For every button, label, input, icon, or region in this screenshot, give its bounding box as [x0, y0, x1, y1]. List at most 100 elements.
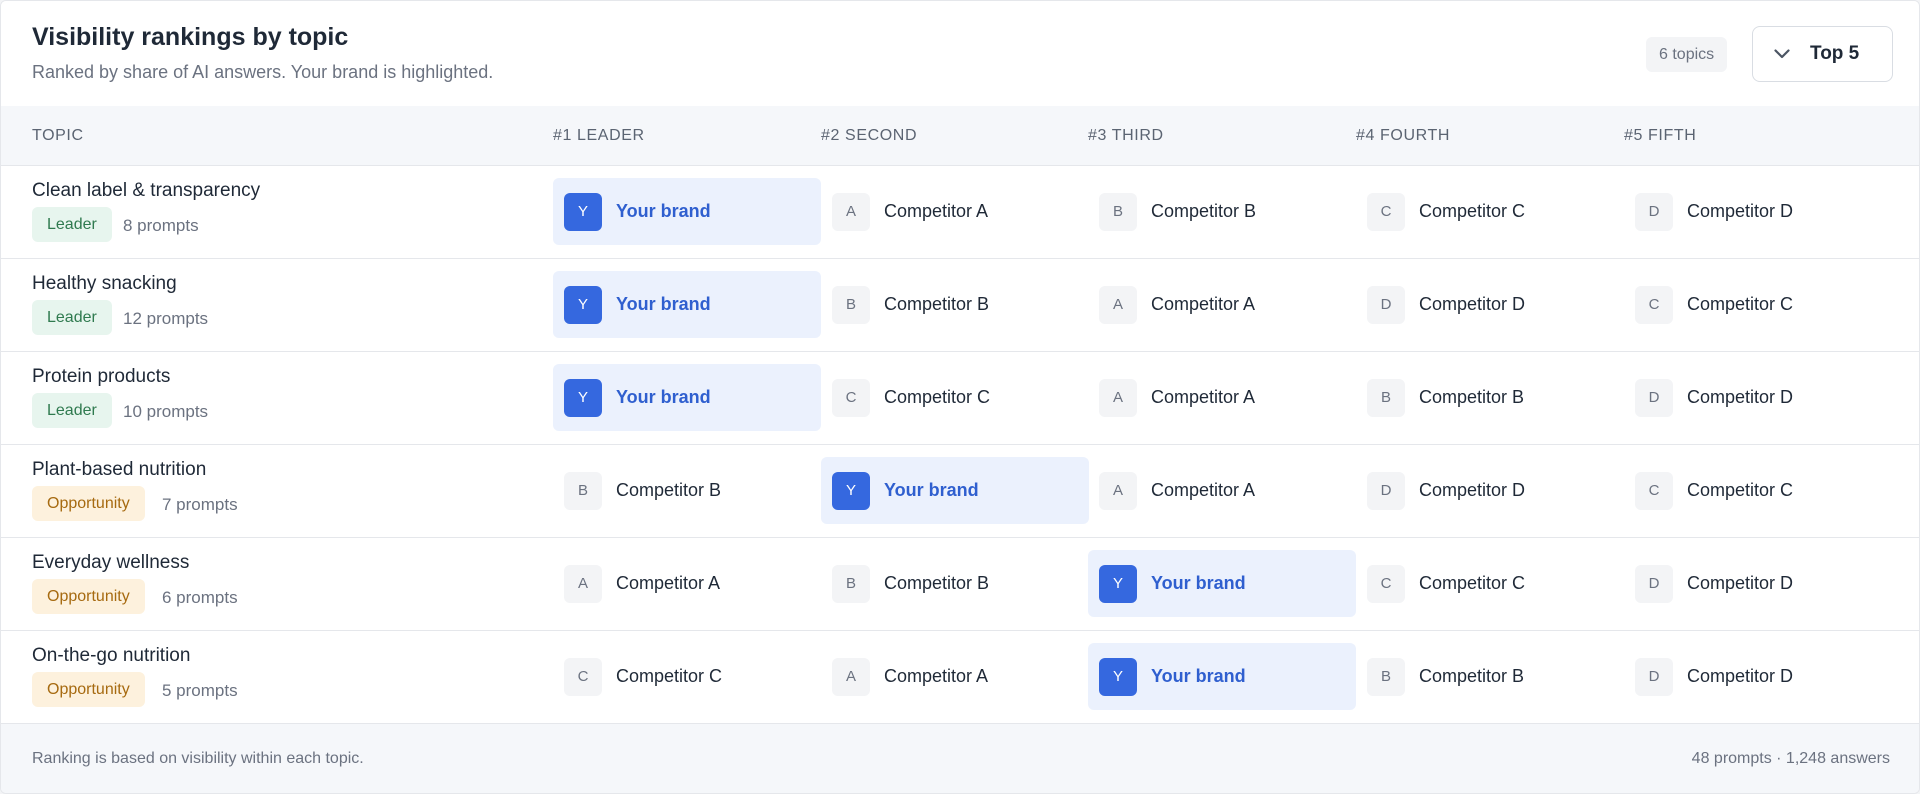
prompt-count: 7 prompts	[162, 495, 238, 514]
topic-name: Healthy snacking	[32, 273, 177, 294]
column-header-rank-5: #5 FIFTH	[1624, 127, 1697, 144]
table-row[interactable]: Healthy snacking Leader 12 prompts Y Your br…	[1, 259, 1919, 352]
brand-name: Competitor C	[616, 666, 723, 686]
rank-cell-competitor: D Competitor D	[1624, 364, 1892, 431]
chevron-down-icon	[1773, 45, 1791, 63]
brand-name: Your brand	[616, 294, 711, 314]
table-row[interactable]: Clean label & transparency Leader 8 prompt…	[1, 166, 1919, 259]
brand-name: Competitor B	[616, 480, 722, 500]
brand-avatar: A	[1099, 378, 1137, 417]
brand-name: Competitor B	[884, 573, 990, 593]
brand-name: Competitor D	[1419, 294, 1526, 314]
rank-cell-competitor: C Competitor C	[1356, 550, 1624, 617]
rank-cell-your-brand: Y Your brand	[821, 457, 1089, 524]
top-n-dropdown-label: Top 5	[1810, 43, 1860, 64]
column-header-rank-4: #4 FOURTH	[1356, 127, 1451, 144]
brand-name: Competitor C	[884, 387, 991, 407]
brand-avatar: A	[1099, 285, 1137, 324]
prompt-count: 12 prompts	[123, 309, 209, 328]
brand-avatar: B	[564, 471, 602, 510]
rank-cell-your-brand: Y Your brand	[1088, 550, 1356, 617]
column-header-topic: TOPIC	[32, 127, 84, 144]
rank-cell-competitor: D Competitor D	[1356, 271, 1624, 338]
brand-avatar: B	[832, 564, 870, 603]
brand-avatar: B	[832, 285, 870, 324]
brand-avatar: C	[1635, 285, 1673, 324]
rank-cell-competitor: B Competitor B	[1088, 178, 1356, 245]
brand-avatar: B	[1367, 378, 1405, 417]
brand-name: Competitor C	[1687, 294, 1794, 314]
brand-name: Competitor B	[1419, 387, 1525, 407]
brand-name: Competitor B	[884, 294, 990, 314]
brand-name: Competitor A	[884, 666, 989, 686]
brand-avatar: Y	[1099, 564, 1137, 603]
column-header-rank-1: #1 LEADER	[553, 127, 645, 144]
status-badge: Opportunity	[32, 486, 145, 521]
rank-cell-competitor: B Competitor B	[1356, 364, 1624, 431]
rank-cell-your-brand: Y Your brand	[553, 364, 821, 431]
table-row[interactable]: Plant-based nutrition Opportunity 7 prompt…	[1, 445, 1919, 538]
rank-cell-competitor: A Competitor A	[553, 550, 821, 617]
brand-name: Competitor D	[1687, 201, 1794, 221]
topic-name: On-the-go nutrition	[32, 645, 191, 666]
table-row[interactable]: On-the-go nutrition Opportunity 5 prompts C…	[1, 631, 1919, 724]
brand-avatar: C	[832, 378, 870, 417]
topic-name: Clean label & transparency	[32, 180, 261, 201]
brand-name: Competitor C	[1687, 480, 1794, 500]
rank-cell-competitor: A Competitor A	[1088, 457, 1356, 524]
brand-avatar: B	[1099, 192, 1137, 231]
brand-avatar: D	[1367, 285, 1405, 324]
brand-name: Competitor C	[1419, 573, 1526, 593]
brand-avatar: D	[1635, 378, 1673, 417]
brand-avatar: A	[564, 564, 602, 603]
page-title: Visibility rankings by topic	[32, 23, 349, 51]
card-header: Visibility rankings by topic Ranked by s…	[1, 1, 1919, 106]
table-row[interactable]: Protein products Leader 10 prompts Y Your br…	[1, 352, 1919, 445]
top-n-dropdown[interactable]: Top 5	[1752, 26, 1893, 82]
rank-cell-your-brand: Y Your brand	[553, 271, 821, 338]
rank-cell-competitor: C Competitor C	[553, 643, 821, 710]
brand-avatar: Y	[564, 378, 602, 417]
brand-avatar: Y	[832, 471, 870, 510]
card-footer: Ranking is based on visibility within ea…	[1, 724, 1919, 793]
brand-avatar: A	[1099, 471, 1137, 510]
brand-avatar: D	[1635, 657, 1673, 696]
rank-cell-competitor: A Competitor A	[821, 643, 1089, 710]
brand-avatar: A	[832, 657, 870, 696]
brand-avatar: D	[1635, 192, 1673, 231]
footer-stats: 48 prompts · 1,248 answers	[1691, 750, 1890, 767]
brand-name: Competitor A	[616, 573, 721, 593]
brand-name: Your brand	[884, 480, 979, 500]
brand-avatar: C	[1367, 564, 1405, 603]
status-badge: Opportunity	[32, 579, 145, 614]
brand-name: Competitor A	[1151, 480, 1256, 500]
column-header-rank-3: #3 THIRD	[1088, 127, 1164, 144]
rank-cell-your-brand: Y Your brand	[1088, 643, 1356, 710]
table-body: Clean label & transparency Leader 8 prompt…	[1, 166, 1919, 724]
prompt-count: 6 prompts	[162, 588, 238, 607]
brand-avatar: D	[1367, 471, 1405, 510]
rank-cell-competitor: D Competitor D	[1624, 178, 1892, 245]
brand-avatar: C	[1367, 192, 1405, 231]
prompt-count: 8 prompts	[123, 216, 199, 235]
prompt-count: 5 prompts	[162, 681, 238, 700]
topic-name: Plant-based nutrition	[32, 459, 207, 480]
footer-note: Ranking is based on visibility within ea…	[32, 750, 364, 767]
brand-avatar: C	[1635, 471, 1673, 510]
brand-avatar: Y	[1099, 657, 1137, 696]
prompt-count: 10 prompts	[123, 402, 209, 421]
topic-name: Everyday wellness	[32, 552, 190, 573]
brand-name: Competitor D	[1419, 480, 1526, 500]
brand-name: Competitor C	[1419, 201, 1526, 221]
brand-avatar: A	[832, 192, 870, 231]
rank-cell-competitor: C Competitor C	[1624, 271, 1892, 338]
status-badge: Opportunity	[32, 672, 145, 707]
brand-name: Competitor A	[1151, 294, 1256, 314]
rank-cell-competitor: A Competitor A	[821, 178, 1089, 245]
table-header: TOPIC #1 LEADER #2 SECOND #3 THIRD #4 FO…	[1, 106, 1919, 166]
table-row[interactable]: Everyday wellness Opportunity 6 prompts A Co…	[1, 538, 1919, 631]
topics-count-badge: 6 topics	[1646, 37, 1728, 72]
brand-name: Your brand	[1151, 666, 1246, 686]
brand-name: Competitor D	[1687, 387, 1794, 407]
topic-name: Protein products	[32, 366, 171, 387]
